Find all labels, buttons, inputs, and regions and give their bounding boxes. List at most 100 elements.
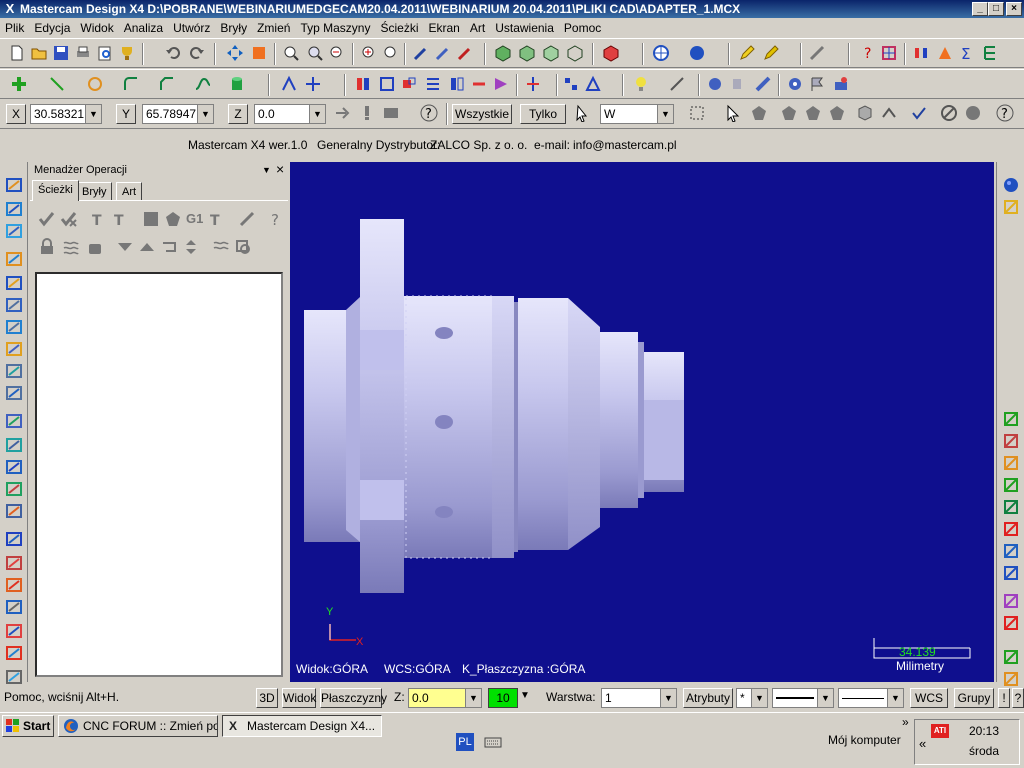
verify-ops-icon[interactable] <box>164 210 182 228</box>
tool3-icon[interactable] <box>456 44 474 62</box>
tab-sciezki[interactable]: Ścieżki <box>32 180 79 201</box>
toolpath-transform-icon[interactable] <box>5 458 23 476</box>
pencil2-icon[interactable] <box>762 44 780 62</box>
y-coord-field[interactable]: 65.78947 ▼ <box>142 104 214 124</box>
spline-icon[interactable] <box>194 75 212 93</box>
move-up-icon[interactable] <box>138 238 156 256</box>
menu-utworz[interactable]: Utwórz <box>168 18 215 38</box>
machine-icon[interactable] <box>832 75 850 93</box>
ati-tray-icon[interactable]: ATI <box>931 724 949 738</box>
regenerate-icon[interactable]: T <box>90 210 108 228</box>
orange-shape-icon[interactable] <box>936 44 954 62</box>
move-down-icon[interactable] <box>116 238 134 256</box>
undo-icon[interactable] <box>164 44 182 62</box>
language-indicator[interactable]: PL <box>456 733 474 751</box>
dimension-icon[interactable] <box>668 75 686 93</box>
solid-box-icon[interactable] <box>1002 542 1020 560</box>
palette-icon[interactable] <box>1002 592 1020 610</box>
help-icon[interactable]: ? <box>420 104 438 122</box>
menu-analiza[interactable]: Analiza <box>119 18 168 38</box>
menu-plik[interactable]: Plik <box>0 18 29 38</box>
chevron-down-icon[interactable]: ▼ <box>309 105 325 123</box>
chevron-down-icon[interactable]: ▼ <box>817 689 833 707</box>
pipe-icon[interactable] <box>754 75 772 93</box>
trim-icon[interactable] <box>524 75 542 93</box>
selection-mode-field[interactable]: W ▼ <box>600 104 674 124</box>
fillet-icon[interactable] <box>122 75 140 93</box>
solid-icon[interactable] <box>730 75 748 93</box>
menu-edycja[interactable]: Edycja <box>29 18 75 38</box>
shaded-sphere-icon[interactable] <box>1002 176 1020 194</box>
tab-art[interactable]: Art <box>116 182 143 201</box>
tool2-icon[interactable] <box>434 44 452 62</box>
wireframe-cube-icon[interactable] <box>566 44 584 62</box>
post-g1-label[interactable]: G1 <box>186 211 203 226</box>
draft-icon[interactable] <box>1002 432 1020 450</box>
vertex-select-icon[interactable] <box>856 104 874 122</box>
3d-button[interactable]: 3D <box>256 688 278 708</box>
tray-collapse-chevron[interactable]: « <box>919 736 926 751</box>
toolpath-engrave-icon[interactable] <box>5 340 23 358</box>
chevron-down-icon[interactable]: ▼ <box>751 689 767 707</box>
mirror-icon[interactable] <box>354 75 372 93</box>
toolpath-surface-icon[interactable] <box>5 274 23 292</box>
menu-art[interactable]: Art <box>465 18 490 38</box>
open-file-icon[interactable] <box>1002 198 1020 216</box>
toolpath-pocket-icon[interactable] <box>5 222 23 240</box>
toolpath-mill-icon[interactable] <box>5 384 23 402</box>
print-icon[interactable] <box>74 44 92 62</box>
no-select-icon[interactable] <box>940 104 958 122</box>
offset-icon[interactable] <box>424 75 442 93</box>
zoom-out-icon[interactable] <box>328 44 346 62</box>
toolpath-tool-icon[interactable] <box>5 644 23 662</box>
select-solid-icon[interactable] <box>750 104 768 122</box>
select-all-button[interactable]: Wszystkie <box>452 104 512 124</box>
layer-field[interactable]: 1 ▼ <box>601 688 677 708</box>
zoom-in-icon[interactable] <box>360 44 378 62</box>
lock-icon[interactable] <box>38 238 56 256</box>
toolpath-verify-icon[interactable] <box>5 480 23 498</box>
cursor-filter-icon[interactable] <box>574 104 592 122</box>
graphics-viewport[interactable]: Y X Widok:GÓRA WCS:GÓRA K_Płaszczyzna :G… <box>290 162 994 682</box>
taskbar-item-firefox[interactable]: CNC FORUM :: Zmień po... <box>58 715 218 737</box>
menu-ekran[interactable]: Ekran <box>423 18 464 38</box>
zoom-previous-icon[interactable] <box>382 44 400 62</box>
help-ops-icon[interactable]: ? <box>266 210 284 228</box>
scale-icon[interactable] <box>400 75 418 93</box>
toolpath-face-icon[interactable] <box>5 250 23 268</box>
chevron-down-icon[interactable]: ▼ <box>85 105 101 123</box>
align-icon[interactable] <box>912 44 930 62</box>
globe-icon[interactable] <box>652 44 670 62</box>
toolpath-finish-icon[interactable] <box>5 318 23 336</box>
rotate-icon[interactable] <box>378 75 396 93</box>
globe-view-icon[interactable] <box>1002 564 1020 582</box>
toolpath-wire-icon[interactable] <box>5 412 23 430</box>
wcs-button[interactable]: WCS <box>910 688 948 708</box>
toolpath-drill-icon[interactable] <box>5 200 23 218</box>
exclamation-icon[interactable] <box>358 104 376 122</box>
line-style-field[interactable]: ▼ <box>772 688 834 708</box>
tab-bryly[interactable]: Bryły <box>76 182 113 201</box>
exclamation-button[interactable]: ! <box>998 688 1010 708</box>
join-icon[interactable] <box>584 75 602 93</box>
toolpath-filter-icon[interactable] <box>5 622 23 640</box>
z-coord-button[interactable]: Z <box>228 104 248 124</box>
display-toolpath-icon[interactable] <box>212 238 230 256</box>
menu-sciezki[interactable]: Ścieżki <box>375 18 423 38</box>
x-coord-field[interactable]: 30.58321 ▼ <box>30 104 102 124</box>
groups-button[interactable]: Grupy <box>954 688 994 708</box>
menu-bryly[interactable]: Bryły <box>215 18 252 38</box>
body-select-icon[interactable] <box>804 104 822 122</box>
sphere-icon[interactable] <box>688 44 706 62</box>
toggle-display-icon[interactable] <box>62 238 80 256</box>
print-preview-icon[interactable] <box>96 44 114 62</box>
toolpath-post-icon[interactable] <box>5 598 23 616</box>
color-icon[interactable] <box>1002 614 1020 632</box>
translate-icon[interactable] <box>448 75 466 93</box>
toggle-post-icon[interactable] <box>86 238 104 256</box>
toolpath-contour-icon[interactable] <box>5 176 23 194</box>
chevron-down-icon[interactable]: ▼ <box>887 689 903 707</box>
menu-pomoc[interactable]: Pomoc <box>559 18 606 38</box>
select-all-ops-icon[interactable] <box>38 210 56 228</box>
chevron-down-icon[interactable]: ▼ <box>197 105 213 123</box>
